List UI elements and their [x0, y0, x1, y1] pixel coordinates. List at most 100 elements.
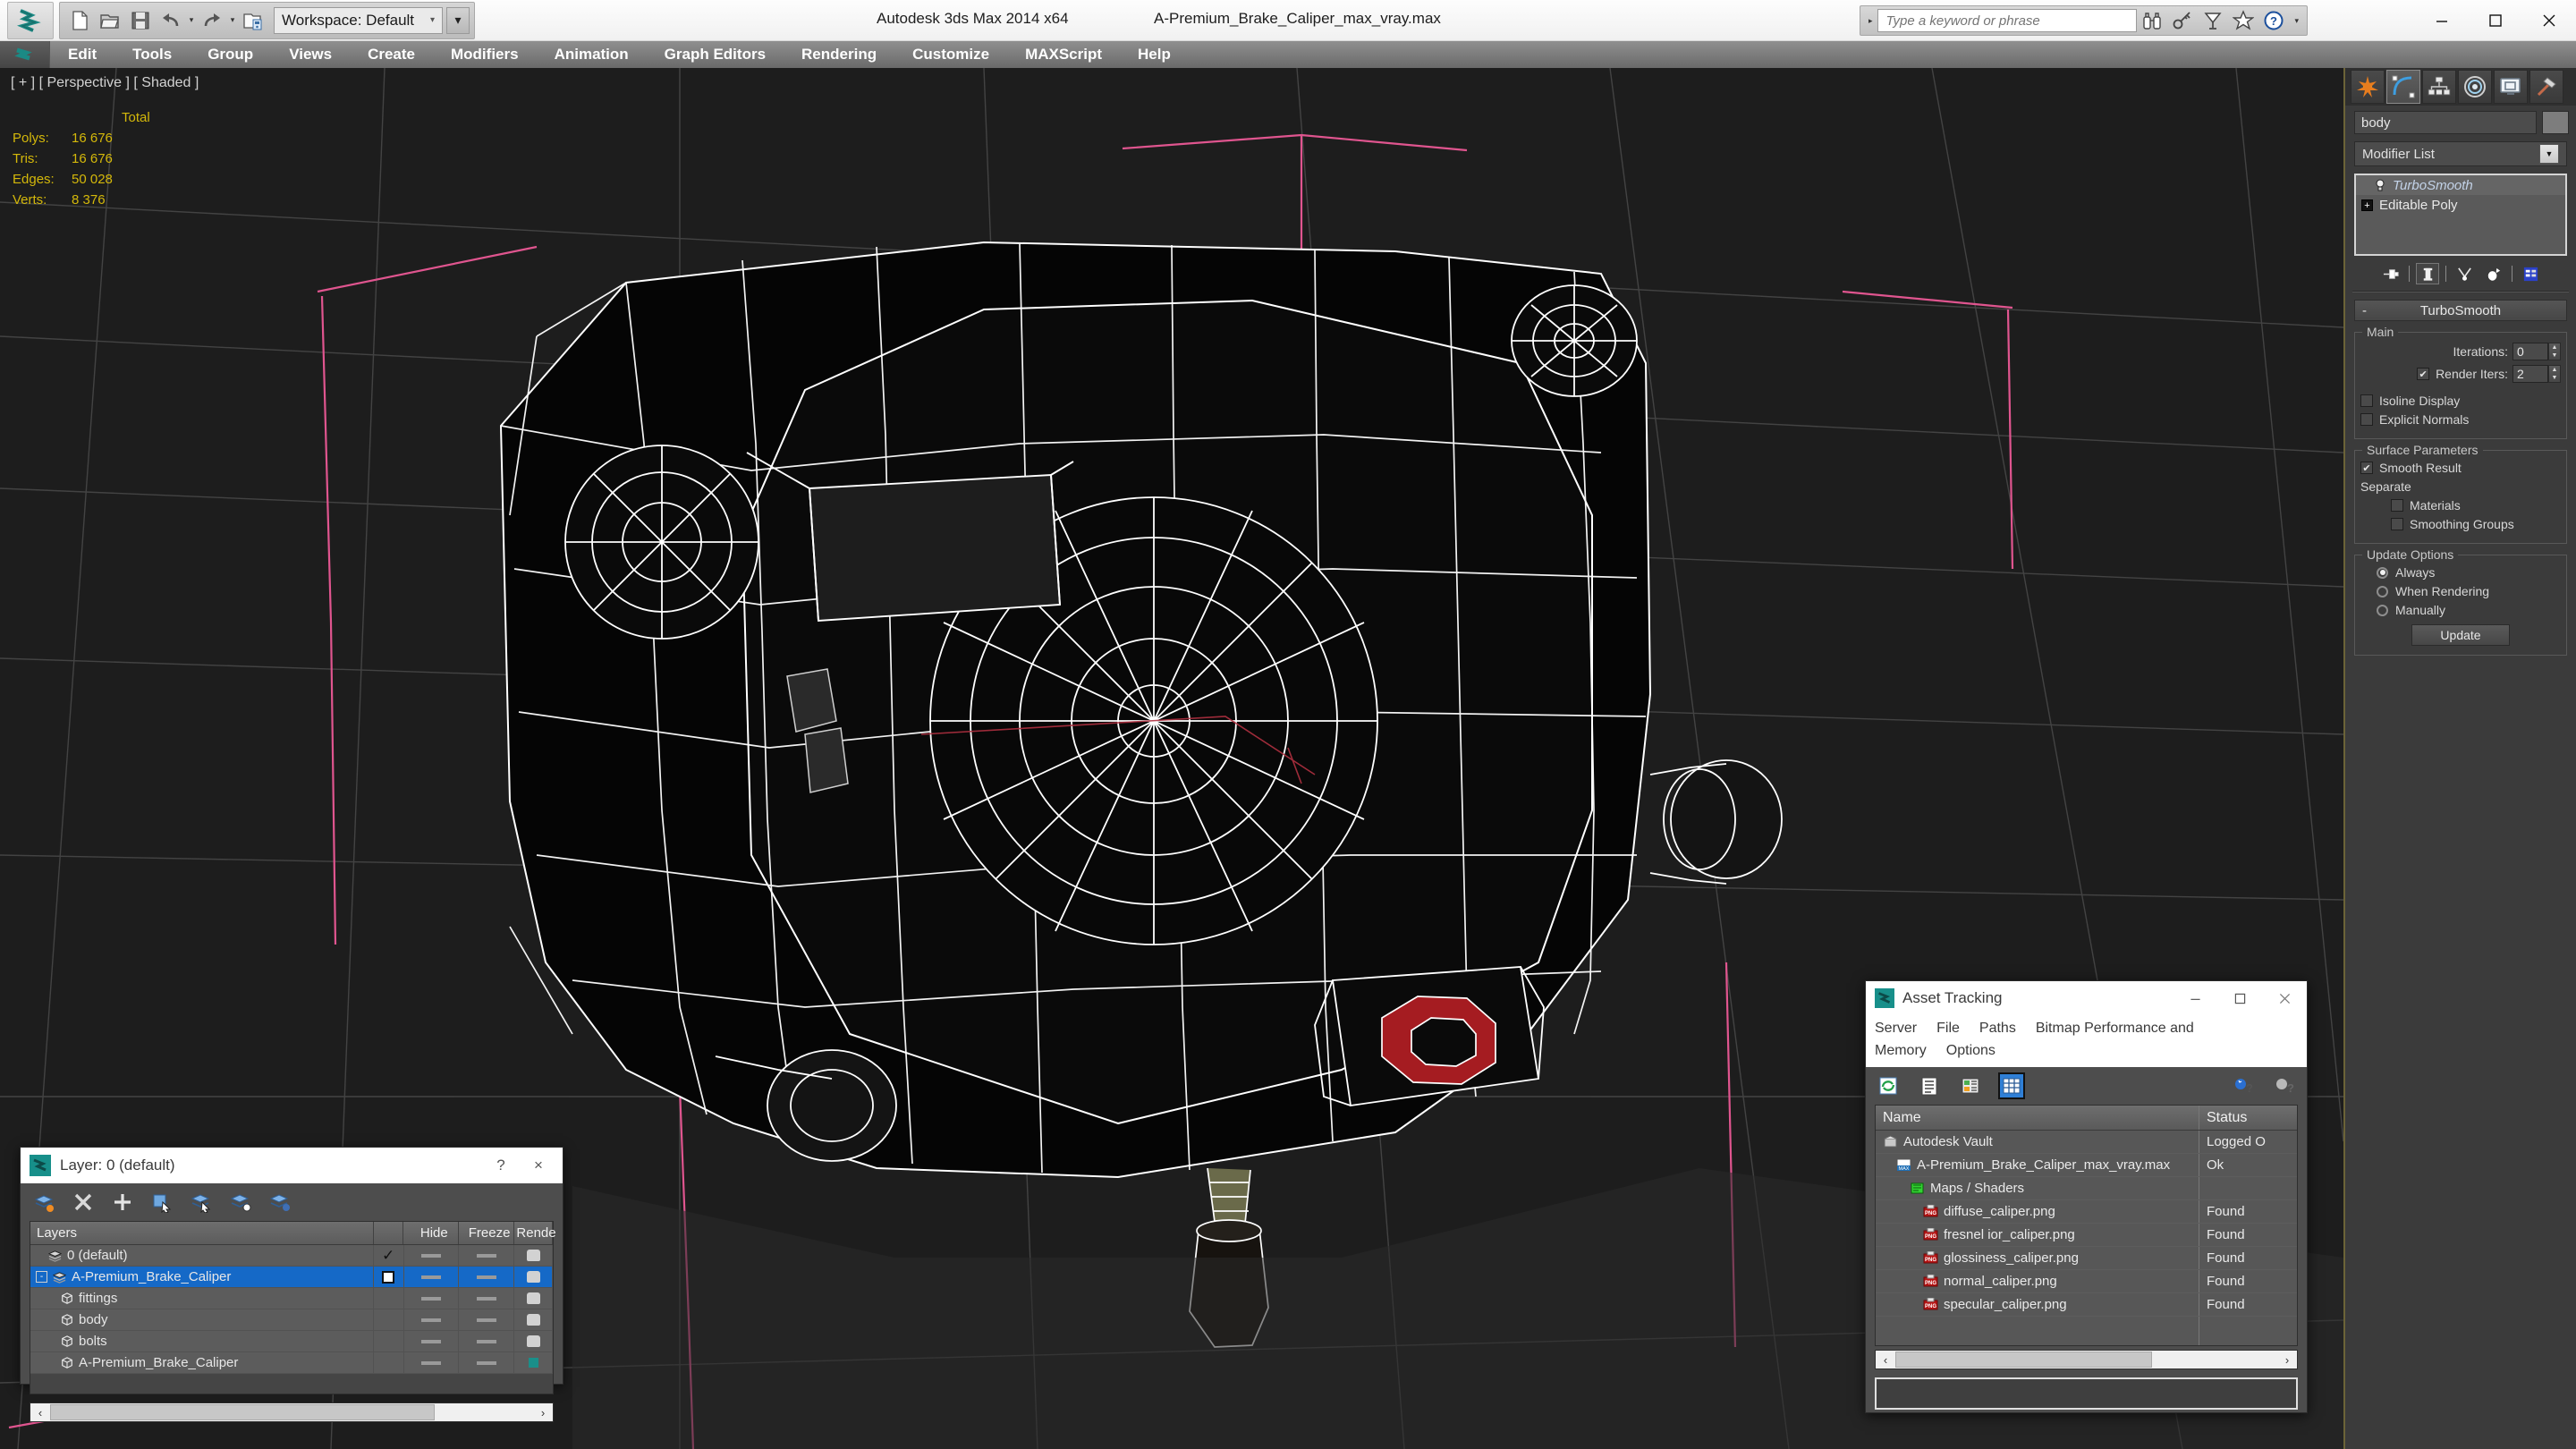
layer-row[interactable]: bolts: [30, 1331, 553, 1352]
redo-dropdown[interactable]: ▾: [227, 5, 238, 36]
asset-row[interactable]: PNG fresnel ior_caliper.png Found: [1876, 1224, 2297, 1247]
open-file-button[interactable]: [95, 5, 125, 36]
set-project-folder-button[interactable]: [238, 5, 268, 36]
layer-row[interactable]: 0 (default) ✓: [30, 1245, 553, 1267]
layer-horizontal-scrollbar[interactable]: ‹ ›: [30, 1402, 554, 1422]
asset-close-button[interactable]: [2262, 981, 2307, 1015]
show-end-result-button[interactable]: [2416, 263, 2439, 284]
render-cell[interactable]: [514, 1288, 553, 1309]
scroll-right-icon[interactable]: ›: [533, 1406, 553, 1419]
pin-stack-button[interactable]: [2379, 263, 2402, 284]
radio-button[interactable]: [2377, 585, 2388, 597]
render-cell[interactable]: [514, 1352, 553, 1373]
asset-name-cell[interactable]: Maps / Shaders: [1876, 1177, 2199, 1199]
hierarchy-tab[interactable]: [2422, 70, 2456, 104]
layer-name-cell[interactable]: A-Premium_Brake_Caliper: [30, 1352, 374, 1373]
current-cell[interactable]: [374, 1309, 404, 1330]
isoline-display-checkbox[interactable]: [2360, 394, 2373, 407]
asset-menu-options[interactable]: Options: [1946, 1043, 1996, 1058]
hide-cell[interactable]: [404, 1352, 460, 1373]
iterations-spinner[interactable]: 0 ▲ ▼: [2512, 343, 2561, 360]
menu-help[interactable]: Help: [1120, 41, 1189, 68]
smooth-result-row[interactable]: ✔ Smooth Result: [2360, 461, 2561, 475]
help-button[interactable]: ?: [2271, 1072, 2298, 1099]
current-layer-check[interactable]: ✓: [382, 1247, 394, 1265]
search-expand-icon[interactable]: ▸: [1863, 16, 1878, 26]
hide-cell[interactable]: [404, 1288, 460, 1309]
asset-horizontal-scrollbar[interactable]: ‹ ›: [1875, 1350, 2298, 1369]
layer-dialog-help-button[interactable]: ?: [482, 1148, 520, 1182]
redo-button[interactable]: [197, 5, 227, 36]
create-tab[interactable]: [2351, 70, 2385, 104]
save-file-button[interactable]: [125, 5, 156, 36]
asset-row[interactable]: PNG glossiness_caliper.png Found: [1876, 1247, 2297, 1270]
render-iters-spinner[interactable]: 2 ▲ ▼: [2512, 365, 2561, 383]
hide-cell[interactable]: [404, 1245, 460, 1266]
make-unique-button[interactable]: [2453, 263, 2476, 284]
asset-name-cell[interactable]: PNG fresnel ior_caliper.png: [1876, 1224, 2199, 1246]
freeze-cell[interactable]: [459, 1309, 515, 1330]
asset-status-cell[interactable]: Logged O: [2199, 1131, 2297, 1153]
lightbulb-icon[interactable]: [2374, 179, 2386, 191]
asset-name-cell[interactable]: PNG glossiness_caliper.png: [1876, 1247, 2199, 1269]
render-teapot-icon[interactable]: [526, 1250, 540, 1261]
scroll-thumb[interactable]: [50, 1404, 435, 1420]
close-button[interactable]: [2522, 0, 2576, 41]
utilities-tab[interactable]: [2529, 70, 2563, 104]
help-button[interactable]: ?: [2258, 7, 2289, 34]
layer-row[interactable]: A-Premium_Brake_Caliper: [30, 1352, 553, 1374]
menu-group[interactable]: Group: [190, 41, 271, 68]
freeze-cell[interactable]: [459, 1267, 515, 1287]
satellite-button[interactable]: [2198, 7, 2228, 34]
asset-name-cell[interactable]: PNG normal_caliper.png: [1876, 1270, 2199, 1292]
select-object-layer-button[interactable]: [149, 1190, 174, 1215]
current-cell[interactable]: [374, 1352, 404, 1373]
workspace-selector[interactable]: Workspace: Default ▾: [274, 6, 444, 34]
smoothing-groups-checkbox[interactable]: [2391, 518, 2403, 530]
layer-row[interactable]: - A-Premium_Brake_Caliper: [30, 1267, 553, 1288]
materials-row[interactable]: Materials: [2360, 498, 2561, 513]
highlight-selected-objects-button[interactable]: [228, 1190, 253, 1215]
asset-status-cell[interactable]: Found: [2199, 1293, 2297, 1316]
menu-views[interactable]: Views: [271, 41, 350, 68]
asset-status-cell[interactable]: Found: [2199, 1200, 2297, 1223]
asset-row[interactable]: PNG specular_caliper.png Found: [1876, 1293, 2297, 1317]
asset-menu-paths[interactable]: Paths: [1979, 1021, 2016, 1036]
turbosmooth-rollout-header[interactable]: - TurboSmooth: [2354, 300, 2567, 321]
help-new-button[interactable]: ?: [2230, 1072, 2257, 1099]
render-cell[interactable]: [514, 1331, 553, 1352]
layer-name-cell[interactable]: 0 (default): [30, 1245, 374, 1266]
radio-button[interactable]: [2377, 566, 2388, 579]
add-selection-to-layer-button[interactable]: [110, 1190, 135, 1215]
menu-modifiers[interactable]: Modifiers: [433, 41, 537, 68]
modifier-stack[interactable]: TurboSmooth + Editable Poly: [2354, 174, 2567, 256]
freeze-cell[interactable]: [459, 1331, 515, 1352]
menu-maxscript[interactable]: MAXScript: [1007, 41, 1120, 68]
current-cell[interactable]: ✓: [374, 1245, 404, 1266]
asset-status-cell[interactable]: [2199, 1177, 2297, 1199]
layer-row[interactable]: fittings: [30, 1288, 553, 1309]
asset-tracking-dialog[interactable]: Asset Tracking Server File Paths Bitmap Per…: [1865, 980, 2308, 1413]
current-layer-checkbox[interactable]: [382, 1270, 395, 1284]
iterations-spin-buttons[interactable]: ▲ ▼: [2548, 343, 2561, 360]
asset-grid[interactable]: Name Status Autodesk Vault Logged O MAX A-P…: [1875, 1105, 2298, 1346]
modifier-list-dropdown[interactable]: Modifier List ▼: [2354, 141, 2567, 166]
asset-name-cell[interactable]: PNG diffuse_caliper.png: [1876, 1200, 2199, 1223]
layer-properties-button[interactable]: [267, 1190, 292, 1215]
render-teal-icon[interactable]: [528, 1358, 538, 1368]
layer-grid[interactable]: Layers Hide Freeze Rende 0 (default) ✓ - A-…: [30, 1221, 556, 1394]
menu-tools[interactable]: Tools: [114, 41, 190, 68]
asset-maximize-button[interactable]: [2217, 981, 2262, 1015]
asset-row[interactable]: Maps / Shaders: [1876, 1177, 2297, 1200]
freeze-cell[interactable]: [459, 1245, 515, 1266]
menu-create[interactable]: Create: [350, 41, 433, 68]
asset-status-cell[interactable]: Ok: [2199, 1154, 2297, 1176]
render-iters-value[interactable]: 2: [2512, 365, 2548, 383]
column-hide[interactable]: Hide: [403, 1222, 460, 1244]
asset-row[interactable]: PNG normal_caliper.png Found: [1876, 1270, 2297, 1293]
delete-layer-button[interactable]: [71, 1190, 96, 1215]
menu-customize[interactable]: Customize: [894, 41, 1007, 68]
asset-menu-bitmap[interactable]: Bitmap Performance and Memory: [1875, 1021, 2194, 1058]
plus-box-icon[interactable]: +: [2361, 199, 2373, 211]
help-dropdown-icon[interactable]: ▾: [2289, 16, 2304, 26]
